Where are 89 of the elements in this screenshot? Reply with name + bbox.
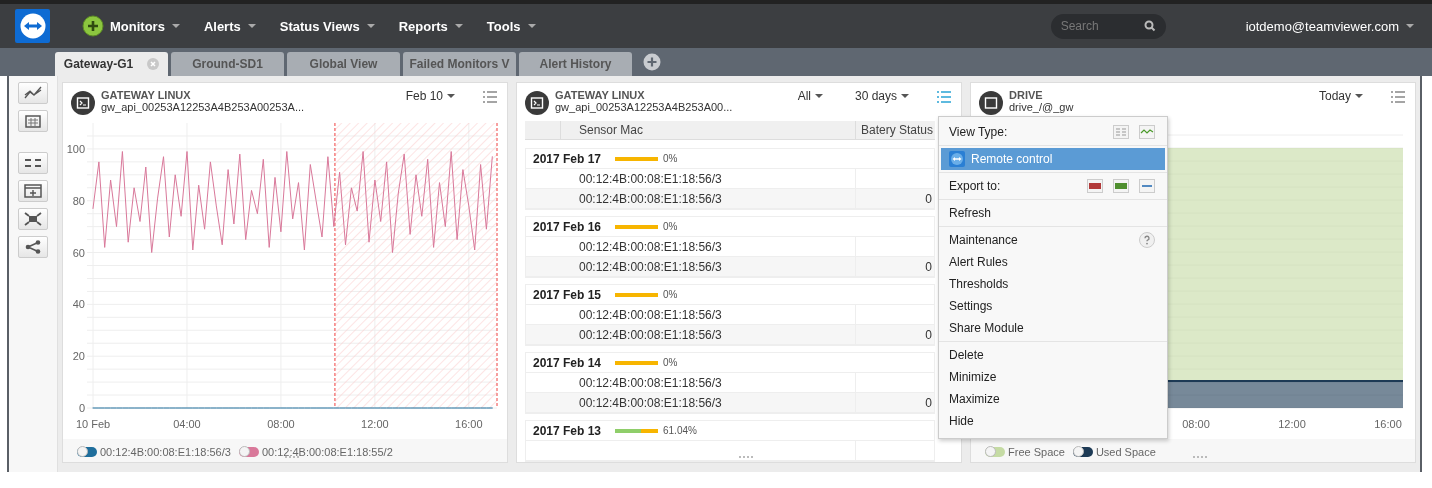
module-title: GATEWAY LINUX (101, 89, 192, 101)
axis-label: 40 (72, 298, 85, 311)
table-cell: 0 (925, 259, 932, 274)
axis-label: 08:00 (1182, 418, 1210, 430)
axis-label: 04:00 (173, 418, 201, 430)
menu-item[interactable]: Settings (941, 295, 1165, 317)
grid-icon[interactable] (18, 152, 48, 174)
legend-toggle[interactable]: 00:12:4B:00:08:E1:18:56/3 (77, 444, 231, 460)
table-cell: 00:12:4B:00:08:E1:18:56/3 (561, 237, 856, 256)
user-menu[interactable]: iotdemo@teamviewer.com (1245, 18, 1414, 34)
axis-label: 16:00 (455, 418, 483, 430)
module-subtitle: drive_/@_gw (1009, 101, 1075, 113)
axis-label: 80 (72, 194, 85, 207)
remote-control-icon (949, 151, 965, 167)
table-cell: 00:12:4B:00:08:E1:18:56/3 (561, 305, 856, 324)
range-dropdown[interactable]: Feb 10 (405, 89, 455, 103)
column-header[interactable]: Sensor Mac (561, 121, 856, 139)
menu-item[interactable]: Maintenance (941, 229, 1165, 251)
nav-menu[interactable]: Status Views (279, 18, 375, 34)
axis-label: 08:00 (267, 418, 295, 430)
axis-label: 12:00 (361, 418, 389, 430)
progress-bar (615, 428, 658, 433)
pdf-icon[interactable] (1087, 179, 1103, 193)
line-chart-icon[interactable] (18, 82, 48, 104)
menu-icon[interactable] (937, 91, 951, 103)
calendar-icon[interactable] (18, 110, 48, 132)
fit-screen-icon[interactable] (18, 208, 48, 230)
line-chart-icon[interactable] (1139, 125, 1155, 139)
table-cell: 0 (925, 191, 932, 206)
table-cell: 00:12:4B:00:08:E1:18:56/3 (561, 325, 856, 344)
app-logo[interactable] (15, 9, 50, 43)
table-cell: 0 (925, 395, 932, 410)
module-subtitle: gw_api_00253A12253A4B253A00... (555, 101, 734, 113)
menu-item[interactable]: Minimize (941, 366, 1165, 388)
legend-toggle[interactable]: Used Space (1072, 444, 1156, 460)
menu-item[interactable]: Share Module (941, 317, 1165, 339)
menu-item[interactable]: Export to: (941, 175, 1165, 197)
axis-label: 16:00 (1374, 418, 1402, 430)
table-cell: 00:12:4B:00:08:E1:18:56/3 (561, 257, 856, 276)
nav-menu[interactable]: Reports (398, 18, 463, 34)
nav-menu[interactable]: Tools (486, 18, 536, 34)
nav-menu[interactable]: Monitors (110, 18, 180, 34)
axis-label: 0 (78, 402, 85, 414)
axis-label: 12:00 (1278, 418, 1306, 430)
range-dropdown[interactable]: 30 days (854, 89, 909, 103)
module-title: DRIVE (1009, 89, 1044, 101)
terminal-icon (525, 91, 549, 115)
table-cell: 00:12:4B:00:08:E1:18:56/3 (561, 393, 856, 412)
menu-item[interactable]: View Type: (941, 121, 1165, 143)
search-icon (1143, 19, 1156, 32)
share-icon[interactable] (18, 236, 48, 258)
filter-dropdown[interactable]: All (797, 89, 823, 103)
axis-label: 20 (72, 350, 85, 363)
module-title: GATEWAY LINUX (555, 89, 646, 101)
table-cell: 00:12:4B:00:08:E1:18:56/3 (561, 169, 856, 188)
menu-item[interactable]: Alert Rules (941, 251, 1165, 273)
menu-item[interactable]: Maximize (941, 388, 1165, 410)
axis-label: 10 Feb (75, 418, 111, 430)
module-subtitle: gw_api_00253A12253A4B253A00253A... (101, 101, 306, 113)
tab[interactable]: Gateway-G1 (55, 52, 168, 76)
search-field[interactable]: Search (1050, 13, 1166, 39)
document-icon[interactable] (1139, 179, 1155, 193)
percent-label: 0% (663, 221, 678, 232)
menu-icon[interactable] (483, 91, 497, 103)
range-dropdown[interactable]: Today (1318, 89, 1363, 103)
help-icon[interactable] (1139, 232, 1155, 248)
nav-menu[interactable]: Alerts (203, 18, 256, 34)
add-window-icon[interactable] (18, 180, 48, 202)
legend-toggle[interactable]: Free Space (985, 444, 1065, 460)
csv-icon[interactable] (1113, 179, 1129, 193)
percent-label: 0% (663, 153, 678, 164)
percent-label: 0% (663, 357, 678, 368)
menu-item[interactable]: Thresholds (941, 273, 1165, 295)
axis-label: 60 (72, 246, 85, 259)
column-header[interactable]: Batery Status (856, 121, 935, 139)
percent-label: 61.04% (663, 425, 697, 436)
menu-icon[interactable] (1391, 91, 1405, 103)
menu-item[interactable]: Refresh (941, 202, 1165, 224)
add-icon[interactable] (82, 15, 104, 37)
table-cell: 0 (925, 327, 932, 342)
menu-item[interactable]: Hide (941, 410, 1165, 432)
legend-toggle[interactable]: 00:12:4B:00:08:E1:18:55/2 (238, 444, 393, 460)
percent-label: 0% (663, 289, 678, 300)
add-tab-icon[interactable] (643, 53, 661, 71)
table-cell: 00:12:4B:00:08:E1:18:56/3 (561, 373, 856, 392)
menu-item[interactable]: Delete (941, 344, 1165, 366)
axis-label: 100 (66, 142, 85, 155)
table-cell: 00:12:4B:00:08:E1:18:56/3 (561, 189, 856, 208)
terminal-icon (71, 91, 95, 115)
